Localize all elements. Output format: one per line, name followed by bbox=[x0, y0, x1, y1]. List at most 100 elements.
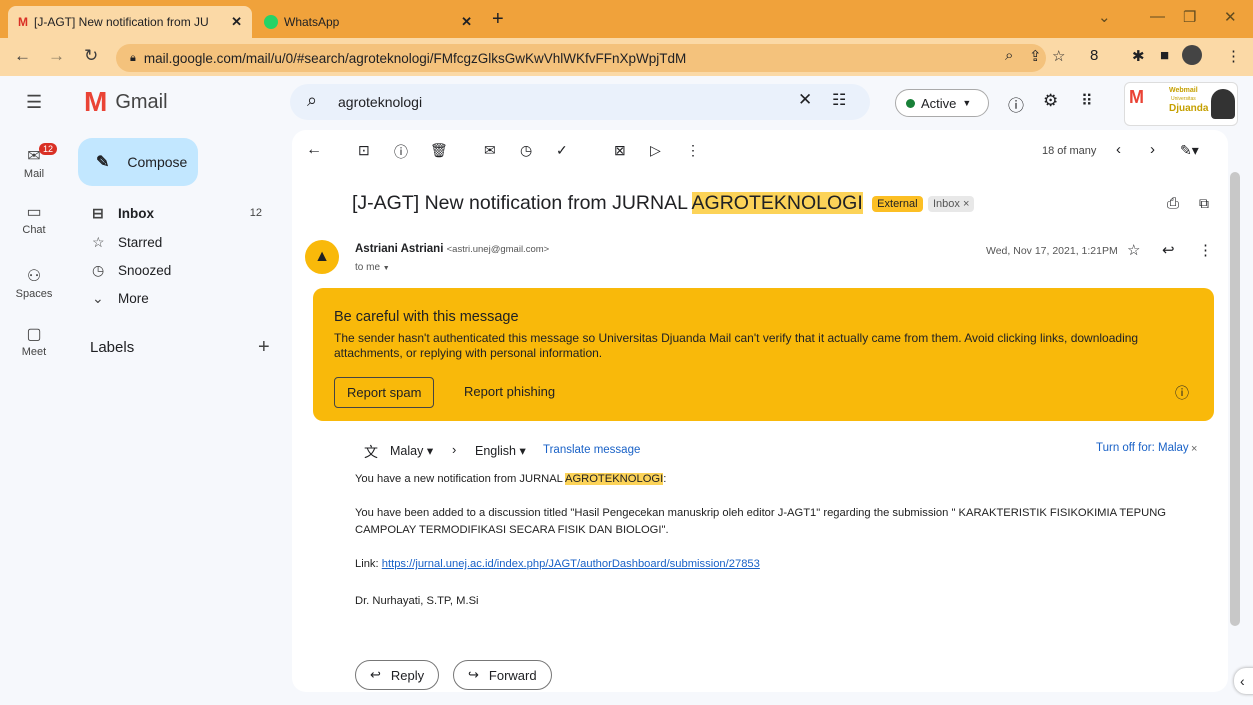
report-spam-button[interactable]: Report spam bbox=[334, 377, 435, 408]
close-window-icon[interactable]: ✕ bbox=[1224, 8, 1237, 26]
rail-meet[interactable]: ▢ Meet bbox=[0, 324, 68, 358]
warning-body: The sender hasn't authenticated this mes… bbox=[334, 331, 1139, 360]
new-tab-button[interactable]: + bbox=[492, 8, 504, 31]
rail-mail-label: Mail bbox=[23, 168, 45, 180]
search-input[interactable]: agroteknologi bbox=[290, 84, 870, 120]
star-icon[interactable]: ☆ bbox=[1127, 241, 1140, 259]
rail-chat[interactable]: ▭ Chat bbox=[0, 202, 68, 236]
search-query: agroteknologi bbox=[338, 94, 423, 110]
puzzle-icon[interactable]: ✱ bbox=[1132, 47, 1145, 65]
sender-email: <astri.unej@gmail.com> bbox=[446, 244, 550, 255]
turn-off-translate-link[interactable]: Turn off for: Malay bbox=[1096, 442, 1189, 454]
target-language: English bbox=[475, 444, 516, 458]
forward-icon[interactable]: → bbox=[48, 46, 65, 66]
remove-label-icon[interactable]: × bbox=[963, 198, 969, 210]
gmail-logo[interactable]: M Gmail bbox=[84, 86, 168, 118]
back-to-search-icon[interactable]: ← bbox=[306, 141, 322, 159]
rail-mail[interactable]: ✉ Mail bbox=[0, 146, 68, 180]
report-spam-icon[interactable]: ⓘ bbox=[394, 142, 408, 162]
tab-gmail[interactable]: M [J-AGT] New notification from JU ✕ bbox=[8, 6, 252, 38]
account-logo[interactable]: M Webmail Universitas Djuanda bbox=[1124, 82, 1238, 126]
sidebar-icon[interactable]: ■ bbox=[1160, 47, 1169, 64]
main-menu-icon[interactable]: ☰ bbox=[26, 92, 42, 113]
settings-gear-icon[interactable]: ⚙ bbox=[1043, 91, 1058, 111]
snooze-icon[interactable]: ◷ bbox=[520, 142, 532, 159]
translate-icon: 文 bbox=[364, 444, 378, 460]
share-icon[interactable]: ⇪ bbox=[1029, 47, 1042, 65]
nav-more[interactable]: ⌄ More bbox=[68, 284, 290, 312]
add-task-icon[interactable]: ✓ bbox=[556, 142, 568, 159]
close-tab-icon[interactable]: ✕ bbox=[461, 14, 472, 30]
body-line-2b: CAMPOLAY TERMODIFIKASI SECARA FISIK DAN … bbox=[355, 524, 669, 536]
reload-icon[interactable]: ↻ bbox=[84, 46, 98, 66]
search-options-icon[interactable]: ☷ bbox=[832, 90, 846, 110]
extension-icon[interactable]: 8 bbox=[1090, 47, 1098, 64]
minimize-icon[interactable]: — bbox=[1150, 8, 1165, 25]
nav-starred[interactable]: ☆ Starred bbox=[68, 228, 290, 256]
pager-text: 18 of many bbox=[1042, 145, 1097, 157]
reply-icon[interactable]: ↩ bbox=[1162, 241, 1175, 259]
nav-snoozed-label: Snoozed bbox=[118, 262, 172, 278]
nav-snoozed[interactable]: ◷ Snoozed bbox=[68, 256, 290, 284]
clear-search-icon[interactable]: ✕ bbox=[798, 90, 812, 110]
open-new-window-icon[interactable]: ⧉ bbox=[1199, 195, 1209, 212]
newer-icon[interactable]: ‹ bbox=[1116, 141, 1121, 158]
source-language: Malay bbox=[390, 444, 424, 458]
recipients-toggle[interactable]: to me ▼ bbox=[355, 262, 390, 273]
tab-search-icon[interactable]: ⌄ bbox=[1098, 8, 1111, 26]
rail-spaces[interactable]: ⚇ Spaces bbox=[0, 266, 68, 300]
back-icon[interactable]: ← bbox=[14, 46, 31, 66]
unread-badge: 12 bbox=[39, 143, 58, 155]
archive-icon[interactable]: ⊡ bbox=[358, 142, 370, 159]
spaces-icon: ⚇ bbox=[26, 268, 42, 285]
scrollbar[interactable] bbox=[1230, 172, 1240, 626]
target-language-select[interactable]: English ▾ bbox=[475, 443, 526, 458]
help-icon[interactable]: ⓘ bbox=[1008, 92, 1024, 116]
link-label: Link: bbox=[355, 558, 382, 570]
labels-heading: Labels bbox=[90, 339, 135, 356]
add-label-icon[interactable]: + bbox=[258, 336, 270, 359]
chrome-menu-icon[interactable]: ⋮ bbox=[1226, 47, 1241, 65]
email-date: Wed, Nov 17, 2021, 1:21PM bbox=[986, 245, 1118, 257]
label-icon[interactable]: ▷ bbox=[650, 142, 661, 159]
tab-whatsapp[interactable]: WhatsApp ✕ bbox=[254, 6, 482, 38]
compose-button[interactable]: ✎ Compose bbox=[78, 138, 198, 186]
nav-more-label: More bbox=[118, 290, 149, 306]
translate-message-link[interactable]: Translate message bbox=[543, 444, 640, 456]
zoom-icon[interactable]: ⌕ bbox=[1005, 47, 1013, 64]
user-avatar bbox=[1211, 89, 1235, 119]
report-phishing-button[interactable]: Report phishing bbox=[464, 384, 555, 399]
reply-icon: ↩ bbox=[370, 667, 381, 682]
info-icon[interactable]: ⓘ bbox=[1175, 383, 1189, 403]
source-language-select[interactable]: Malay ▾ bbox=[390, 443, 433, 458]
sender-name[interactable]: Astriani Astriani bbox=[355, 243, 443, 255]
mark-unread-icon[interactable]: ✉ bbox=[484, 142, 496, 159]
address-bar[interactable]: 🔒︎ mail.google.com/mail/u/0/#search/agro… bbox=[116, 44, 1046, 72]
mail-icon: ✉ bbox=[27, 148, 41, 165]
search-icon[interactable]: ⌕ bbox=[307, 90, 317, 111]
side-panel-toggle-icon[interactable]: ‹ bbox=[1234, 668, 1253, 694]
print-icon[interactable]: ⎙ bbox=[1167, 195, 1179, 212]
sender-line: Astriani Astriani <astri.unej@gmail.com> bbox=[355, 243, 549, 255]
more-icon[interactable]: ⋮ bbox=[1198, 241, 1213, 259]
url-text: mail.google.com/mail/u/0/#search/agrotek… bbox=[143, 50, 687, 66]
input-tools-icon[interactable]: ✎▾ bbox=[1180, 142, 1199, 159]
older-icon[interactable]: › bbox=[1150, 141, 1155, 158]
compose-label: Compose bbox=[127, 154, 188, 170]
delete-icon[interactable]: 🗑︎ bbox=[430, 142, 448, 159]
close-translate-icon[interactable]: × bbox=[1191, 443, 1197, 455]
restore-icon[interactable]: ❐ bbox=[1183, 8, 1196, 26]
reply-button[interactable]: ↩ Reply bbox=[355, 660, 440, 690]
bookmark-star-icon[interactable]: ☆ bbox=[1052, 47, 1065, 65]
inbox-label-chip[interactable]: Inbox × bbox=[927, 195, 975, 212]
move-to-icon[interactable]: ⊠ bbox=[614, 142, 626, 159]
forward-button[interactable]: ↪ Forward bbox=[453, 660, 552, 690]
submission-link[interactable]: https://jurnal.unej.ac.id/index.php/JAGT… bbox=[382, 558, 760, 570]
close-tab-icon[interactable]: ✕ bbox=[231, 14, 242, 30]
more-actions-icon[interactable]: ⋮ bbox=[686, 142, 700, 159]
apps-grid-icon[interactable]: ⠿ bbox=[1081, 91, 1093, 111]
body-line-1: You have a new notification from JURNAL … bbox=[355, 473, 666, 485]
status-dropdown[interactable]: Active ▼ bbox=[895, 89, 989, 117]
profile-avatar[interactable] bbox=[1182, 45, 1202, 65]
nav-inbox[interactable]: ⊟ Inbox 12 bbox=[68, 199, 290, 227]
